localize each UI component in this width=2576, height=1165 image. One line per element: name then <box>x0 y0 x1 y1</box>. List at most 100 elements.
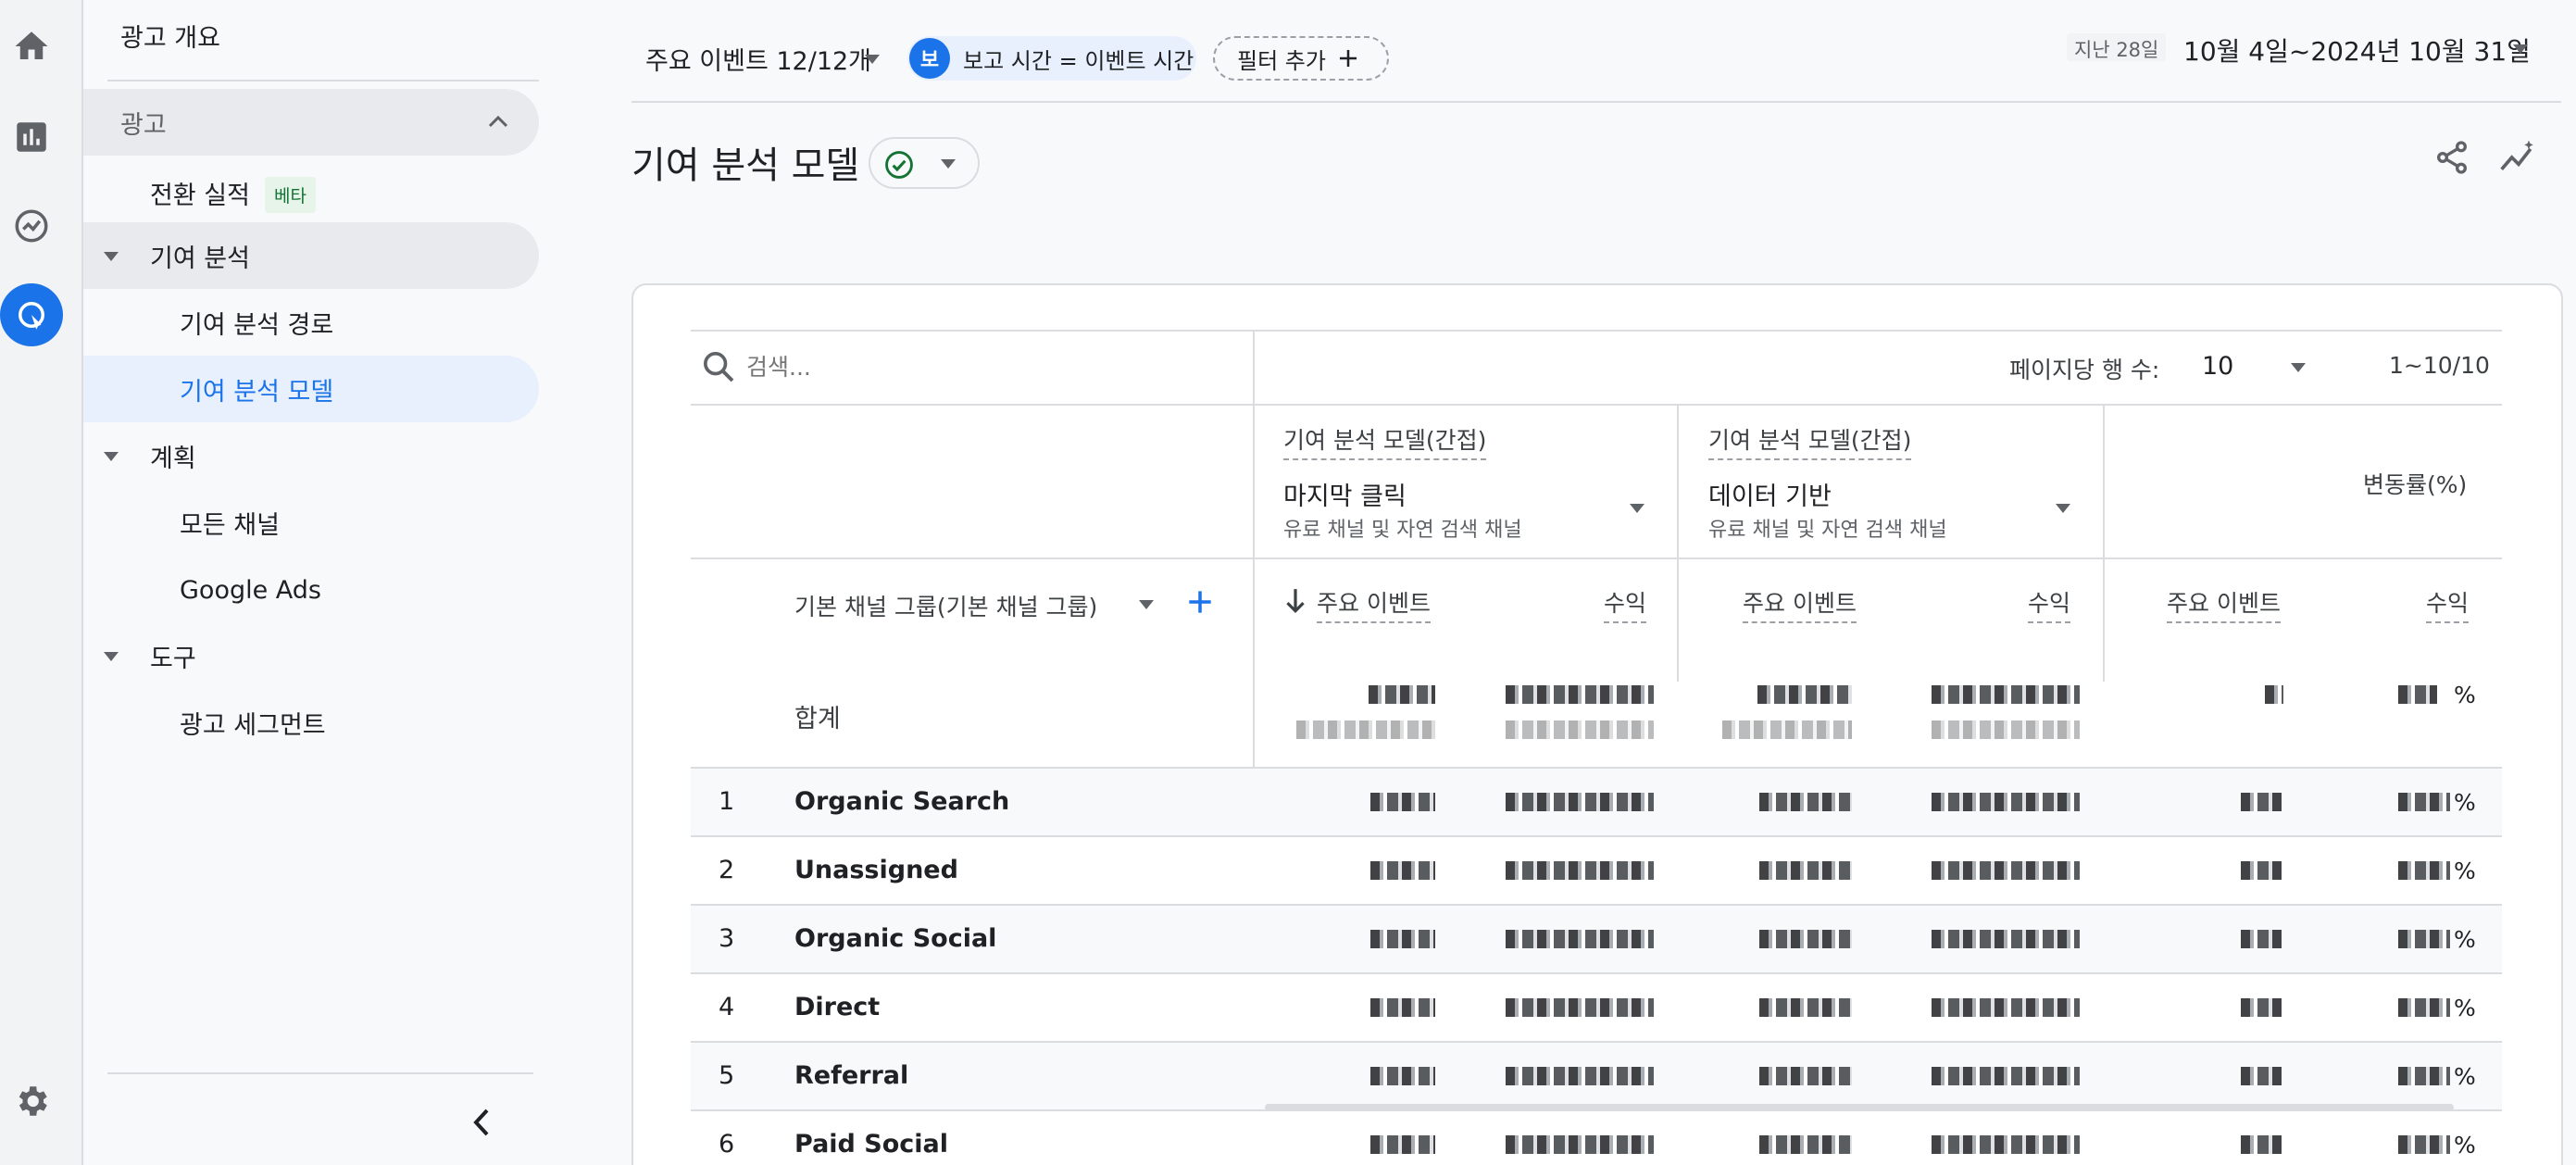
nav-divider <box>107 80 539 81</box>
explore-icon[interactable] <box>0 194 63 257</box>
report-time-chip-label: 보고 시간 = 이벤트 시간 <box>963 47 1194 74</box>
redacted-value <box>1932 930 2080 948</box>
home-icon[interactable] <box>0 15 63 78</box>
caret-down-icon[interactable] <box>2513 44 2528 54</box>
caret-down-icon[interactable] <box>104 452 119 461</box>
col-revenue[interactable]: 수익 <box>2028 585 2071 623</box>
percent-sign: % <box>2454 926 2476 953</box>
status-selector[interactable] <box>869 137 980 189</box>
col-revenue[interactable]: 수익 <box>1604 585 1647 623</box>
percent-sign: % <box>2454 789 2476 816</box>
nav-item-ads-overview[interactable]: 광고 개요 <box>120 2 220 69</box>
redacted-value <box>1759 1067 1852 1085</box>
redacted-value <box>1369 685 1435 704</box>
caret-down-icon <box>941 159 956 169</box>
row-channel-name[interactable]: Organic Social <box>794 924 996 953</box>
change-rate-header: 변동률(%) <box>2363 471 2468 498</box>
redacted-value <box>1759 998 1852 1017</box>
page-title: 기여 분석 모델 <box>631 144 860 187</box>
redacted-value <box>1370 793 1435 811</box>
nav-section-attribution-label: 기여 분석 <box>150 244 250 273</box>
redacted-value <box>1506 861 1654 880</box>
model2-label: 기여 분석 모델(간접) <box>1708 422 1912 460</box>
rows-per-page-select[interactable]: 10 <box>2202 352 2233 381</box>
report-time-chip[interactable]: 보고 시간 = 이벤트 시간 <box>907 36 1196 81</box>
caret-down-icon[interactable] <box>104 652 119 661</box>
advertising-icon[interactable] <box>0 283 63 346</box>
col-key-events[interactable]: 주요 이벤트 <box>2167 585 2281 623</box>
plus-icon <box>1339 50 1357 67</box>
caret-down-icon[interactable] <box>2291 363 2306 372</box>
row-index: 1 <box>719 787 735 816</box>
nav-item-label: 광고 개요 <box>120 23 220 53</box>
check-circle-icon <box>885 151 913 179</box>
redacted-value <box>1932 720 2080 739</box>
redacted-value <box>2241 793 2282 811</box>
date-range-prefix: 지난 28일 <box>2067 33 2167 61</box>
model1-selector[interactable]: 마지막 클릭 <box>1283 476 1407 512</box>
table-border <box>691 330 2502 332</box>
row-channel-name[interactable]: Direct <box>794 993 880 1021</box>
redacted-value <box>1506 720 1654 739</box>
redacted-value <box>2398 998 2450 1017</box>
redacted-value <box>1506 685 1654 704</box>
redacted-value <box>1932 685 2080 704</box>
nav-item-ad-segments[interactable]: 광고 세그먼트 <box>180 689 326 756</box>
redacted-value <box>2241 1067 2282 1085</box>
redacted-value <box>1370 1067 1435 1085</box>
redacted-value <box>1506 1067 1654 1085</box>
redacted-value <box>1932 861 2080 880</box>
redacted-value <box>2398 1135 2450 1154</box>
add-dimension-icon[interactable] <box>1187 589 1213 615</box>
add-filter-label: 필터 추가 <box>1237 47 1326 74</box>
share-icon[interactable] <box>2433 139 2470 176</box>
row-channel-name[interactable]: Organic Search <box>794 787 1009 816</box>
sort-arrow-down-icon[interactable] <box>1283 587 1307 615</box>
redacted-value <box>2241 861 2282 880</box>
collapse-nav-icon[interactable] <box>472 1108 491 1137</box>
row-channel-name[interactable]: Referral <box>794 1061 908 1090</box>
col-key-events[interactable]: 주요 이벤트 <box>1317 585 1431 623</box>
caret-down-icon[interactable] <box>1139 600 1154 609</box>
add-filter-button[interactable]: 필터 추가 <box>1213 36 1389 81</box>
col-revenue[interactable]: 수익 <box>2426 585 2470 623</box>
caret-down-icon[interactable] <box>1630 504 1644 513</box>
search-input[interactable] <box>746 348 1228 385</box>
redacted-value <box>1296 720 1435 739</box>
table-border <box>691 404 2502 406</box>
horizontal-scrollbar[interactable] <box>1265 1104 2454 1111</box>
nav-item-attribution-paths[interactable]: 기여 분석 경로 <box>180 289 333 356</box>
settings-icon[interactable] <box>0 1070 63 1133</box>
redacted-value <box>1506 930 1654 948</box>
row-channel-name[interactable]: Unassigned <box>794 856 958 884</box>
rows-per-page-label: 페이지당 행 수: <box>2009 357 2160 383</box>
insights-icon[interactable] <box>2498 137 2539 178</box>
key-events-selector[interactable]: 주요 이벤트 12/12개 <box>645 41 871 77</box>
caret-down-icon[interactable] <box>865 55 880 64</box>
nav-item-all-channels[interactable]: 모든 채널 <box>180 489 280 556</box>
redacted-value <box>2241 930 2282 948</box>
col-key-events[interactable]: 주요 이벤트 <box>1743 585 1857 623</box>
search-icon <box>704 352 734 382</box>
avatar: 보 <box>909 38 950 79</box>
nav-section-tools[interactable]: 도구 <box>150 622 196 689</box>
caret-down-icon[interactable] <box>2056 504 2070 513</box>
chevron-up-icon[interactable] <box>487 113 509 128</box>
nav-section-planning[interactable]: 계획 <box>150 422 196 489</box>
redacted-value <box>1932 1067 2080 1085</box>
model2-selector[interactable]: 데이터 기반 <box>1708 476 1832 512</box>
redacted-value <box>1370 1135 1435 1154</box>
nav-item-conversion-performance[interactable]: 전환 실적 <box>150 159 250 226</box>
row-index: 2 <box>719 856 735 884</box>
date-range-picker[interactable]: 10월 4일~2024년 10월 31일 <box>2183 31 2531 69</box>
redacted-value <box>1370 861 1435 880</box>
redacted-value <box>2398 861 2450 880</box>
nav-item-google-ads[interactable]: Google Ads <box>180 557 321 623</box>
percent-sign: % <box>2454 1132 2476 1159</box>
dimension-selector[interactable]: 기본 채널 그룹(기본 채널 그룹) <box>794 589 1097 622</box>
redacted-value <box>1370 998 1435 1017</box>
row-channel-name[interactable]: Paid Social <box>794 1130 948 1159</box>
redacted-value <box>1932 793 2080 811</box>
redacted-value <box>1757 685 1852 704</box>
reports-icon[interactable] <box>0 106 63 169</box>
